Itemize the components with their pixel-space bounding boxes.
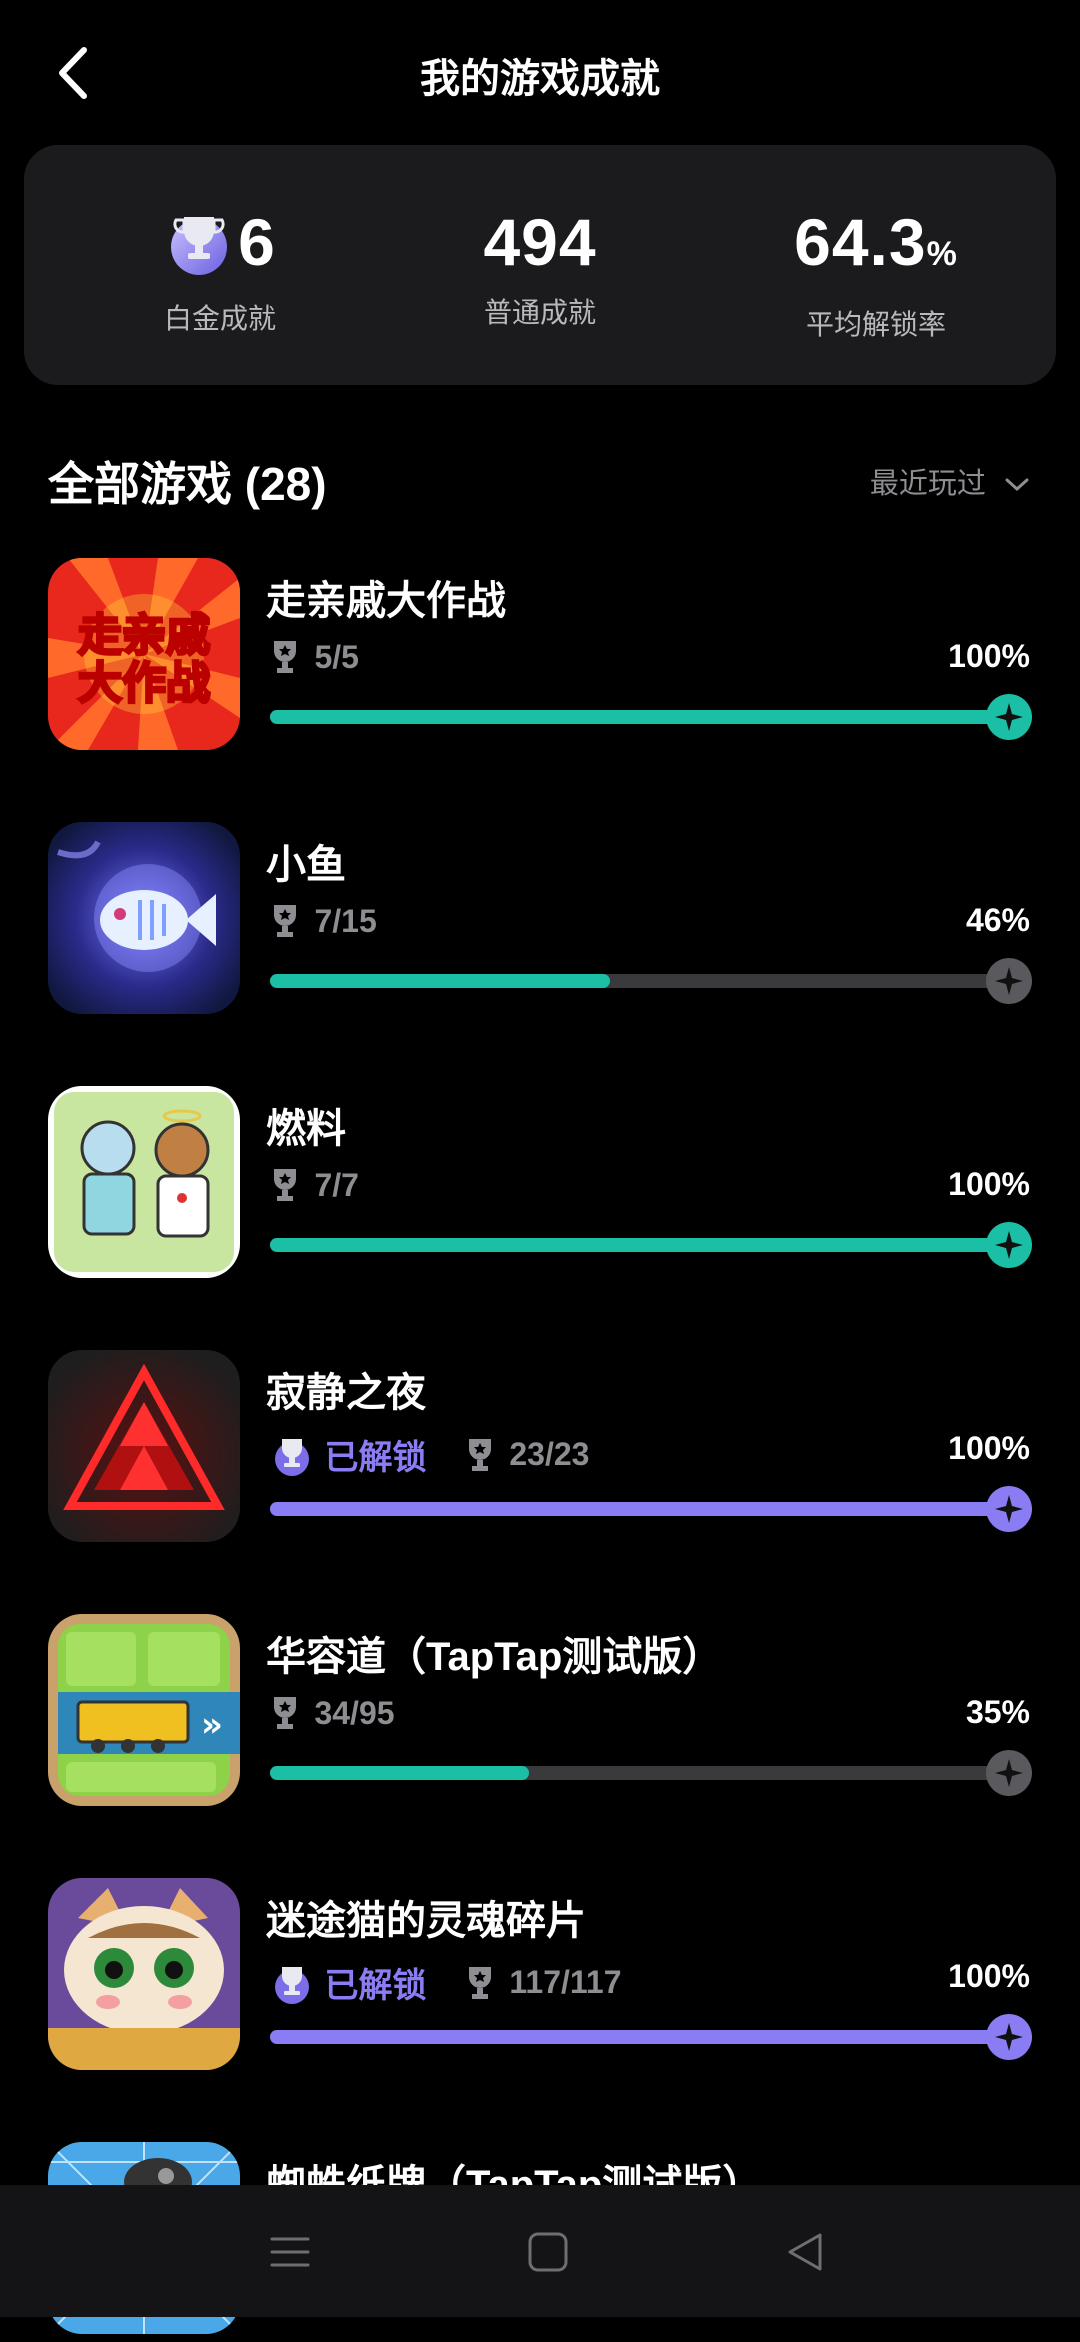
progress-fill bbox=[270, 1238, 1010, 1252]
star-badge-icon bbox=[986, 958, 1032, 1004]
game-name: 走亲戚大作战 bbox=[266, 579, 506, 623]
system-navigation-bar bbox=[0, 2185, 1080, 2317]
back-triangle-icon bbox=[788, 2233, 822, 2271]
achievement-progress: 7/15 bbox=[270, 902, 1030, 946]
unlock-percent: 100% bbox=[948, 1430, 1030, 1466]
menu-button[interactable] bbox=[260, 2227, 320, 2277]
chevron-down-icon bbox=[1005, 478, 1029, 492]
achievement-summary-card: 6 白金成就 494 普通成就 64.3% 平均解锁率 bbox=[24, 145, 1056, 385]
achievement-progress: 34/95 bbox=[270, 1694, 1030, 1738]
progress-track bbox=[270, 2014, 1032, 2060]
star-badge-icon bbox=[986, 2014, 1032, 2060]
normal-label: 普通成就 bbox=[483, 297, 596, 328]
sort-label: 最近玩过 bbox=[869, 468, 986, 500]
star-badge-icon bbox=[986, 694, 1032, 740]
achievement-count: 23/23 bbox=[509, 1436, 590, 1472]
game-icon-ranliao[interactable] bbox=[48, 1086, 240, 1278]
game-item[interactable]: 寂静之夜 已解锁 23/23 100% bbox=[0, 1350, 1080, 1550]
unlock-percent: 100% bbox=[948, 1166, 1030, 1202]
trophy-icon bbox=[274, 1169, 296, 1201]
progress-track bbox=[270, 1222, 1032, 1268]
star-badge-icon bbox=[986, 1486, 1032, 1532]
progress-fill bbox=[270, 1502, 1010, 1516]
game-icon-xiaoyu[interactable] bbox=[48, 822, 240, 1014]
progress-track bbox=[270, 694, 1032, 740]
normal-stat: 494 普通成就 bbox=[368, 207, 712, 331]
platinum-unlocked-label: 已解锁 bbox=[324, 1967, 427, 2005]
progress-fill bbox=[270, 974, 611, 988]
trophy-icon bbox=[468, 1438, 491, 1471]
sort-dropdown[interactable]: 最近玩过 bbox=[870, 460, 1030, 502]
game-item[interactable]: 小鱼 7/15 46% bbox=[0, 822, 1080, 1022]
game-icon-huarongdao[interactable]: » bbox=[48, 1614, 240, 1806]
achievement-progress: 已解锁 23/23 bbox=[270, 1430, 1030, 1477]
svg-text:走亲戚: 走亲戚 bbox=[78, 610, 210, 661]
unlock-percent: 46% bbox=[965, 902, 1030, 938]
rate-label: 平均解锁率 bbox=[805, 309, 946, 340]
progress-fill bbox=[270, 1766, 529, 1780]
unlock-percent: 35% bbox=[965, 1694, 1030, 1730]
star-badge-icon bbox=[986, 1750, 1032, 1796]
unlock-percent: 100% bbox=[948, 638, 1030, 674]
system-back-button[interactable] bbox=[776, 2227, 836, 2277]
platinum-trophy-icon bbox=[275, 1966, 309, 2004]
game-item[interactable]: 燃料 7/7 100% bbox=[0, 1086, 1080, 1286]
achievement-count: 7/15 bbox=[314, 902, 377, 939]
game-name: 燃料 bbox=[266, 1107, 346, 1151]
top-bar: 我的游戏成就 bbox=[0, 0, 1080, 140]
rate-value: 64.3 bbox=[794, 205, 927, 279]
game-name: 华容道（TapTap测试版） bbox=[266, 1635, 723, 1679]
achievement-progress: 5/5 bbox=[270, 638, 1030, 682]
game-item[interactable]: » 华容道（TapTap测试版） 34/95 35% bbox=[0, 1614, 1080, 1814]
home-square-icon bbox=[528, 2232, 568, 2272]
game-icon-jijingzhiye[interactable] bbox=[48, 1350, 240, 1542]
star-badge-icon bbox=[986, 1222, 1032, 1268]
platinum-count: 6 bbox=[238, 205, 276, 279]
page-title: 我的游戏成就 bbox=[420, 57, 660, 101]
svg-text:»: » bbox=[201, 1705, 223, 1745]
all-games-title: 全部游戏 (28) bbox=[48, 458, 327, 510]
achievement-count: 5/5 bbox=[314, 638, 359, 675]
progress-fill bbox=[270, 710, 1010, 724]
game-name: 小鱼 bbox=[266, 843, 346, 887]
platinum-trophy-icon bbox=[275, 1438, 309, 1476]
achievement-count: 34/95 bbox=[314, 1694, 395, 1731]
platinum-label: 白金成就 bbox=[163, 302, 276, 334]
platinum-stat: 6 白金成就 bbox=[48, 207, 392, 337]
progress-track bbox=[270, 958, 1032, 1004]
game-icon-mitumao[interactable] bbox=[48, 1878, 240, 2070]
platinum-trophy-icon bbox=[164, 207, 234, 277]
unlock-percent: 100% bbox=[948, 1958, 1030, 1994]
normal-count: 494 bbox=[483, 205, 597, 279]
game-icon-zouqinqi[interactable]: 走亲戚 大作战 bbox=[48, 558, 240, 750]
menu-icon bbox=[270, 2237, 310, 2267]
progress-track bbox=[270, 1750, 1032, 1796]
achievement-progress: 7/7 bbox=[270, 1166, 1030, 1210]
trophy-icon bbox=[274, 1697, 296, 1729]
game-name: 迷途猫的灵魂碎片 bbox=[266, 1899, 586, 1943]
platinum-unlocked-label: 已解锁 bbox=[324, 1439, 427, 1477]
achievement-progress: 已解锁 117/117 bbox=[270, 1958, 1030, 2005]
home-button[interactable] bbox=[518, 2227, 578, 2277]
game-name: 寂静之夜 bbox=[266, 1371, 426, 1415]
rate-unit: % bbox=[926, 235, 958, 273]
rate-stat: 64.3% 平均解锁率 bbox=[704, 207, 1048, 343]
trophy-icon bbox=[274, 641, 296, 673]
trophy-icon bbox=[274, 905, 296, 937]
game-item[interactable]: 迷途猫的灵魂碎片 已解锁 117/117 100% bbox=[0, 1878, 1080, 2078]
svg-text:大作战: 大作战 bbox=[78, 658, 210, 709]
progress-track bbox=[270, 1486, 1032, 1532]
achievement-count: 117/117 bbox=[509, 1964, 622, 2000]
trophy-icon bbox=[468, 1966, 491, 1999]
progress-fill bbox=[270, 2030, 1010, 2044]
achievement-count: 7/7 bbox=[314, 1166, 359, 1203]
game-item[interactable]: 走亲戚 大作战 走亲戚大作战 5/5 100% bbox=[0, 558, 1080, 758]
